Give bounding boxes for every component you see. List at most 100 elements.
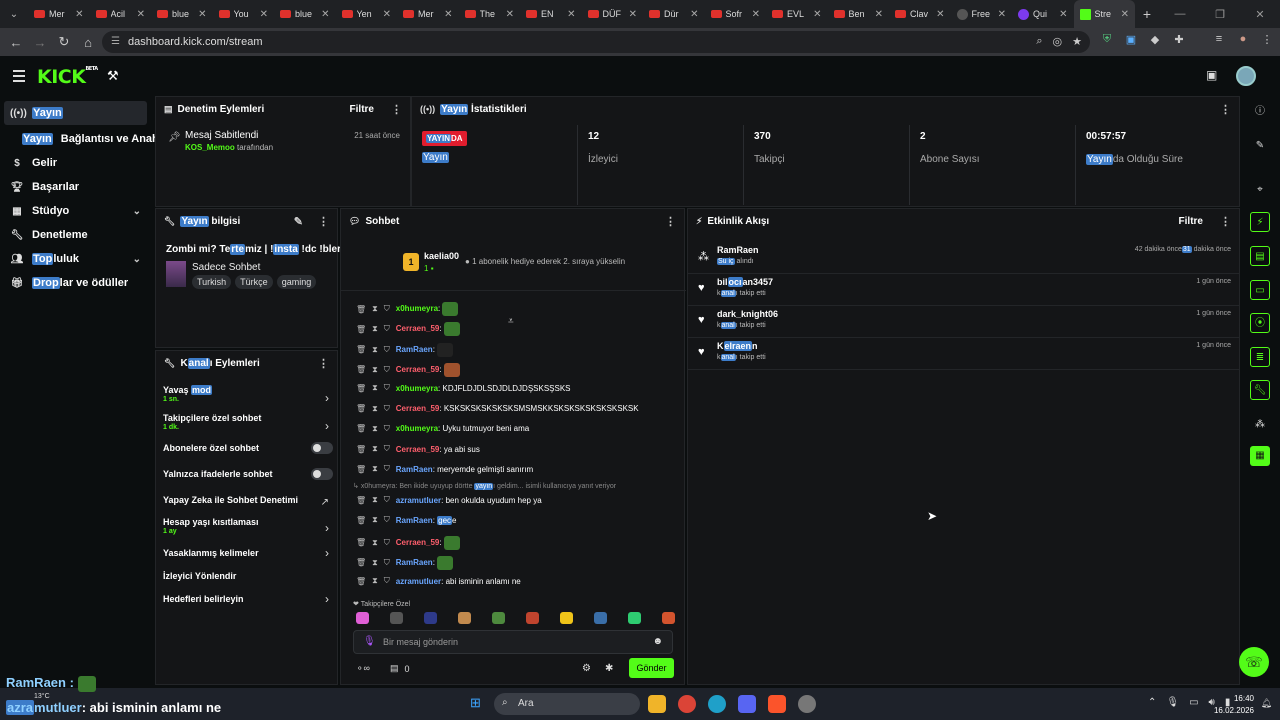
chat-message[interactable]: 🗑︎ ⧗ ⛉ RamRaen: [356, 342, 454, 357]
banned-words-row[interactable]: Yasaklanmış kelimeler › [163, 546, 333, 560]
media-control-icon[interactable]: ≡ [1212, 33, 1226, 46]
ban-shield-icon[interactable]: ⛉ [384, 576, 390, 586]
browser-tab[interactable]: blue ✕ [274, 0, 336, 28]
minimize-icon[interactable]: — [1160, 8, 1200, 20]
notification-bell-icon[interactable]: 🔔︎ [1261, 698, 1272, 709]
close-tab-icon[interactable]: ✕ [137, 9, 145, 20]
back-icon[interactable]: ← [4, 35, 28, 50]
timeout-icon[interactable]: ⧗ [372, 324, 378, 334]
ai-moderation-row[interactable]: Yapay Zeka ile Sohbet Denetimi ↗ [163, 495, 333, 508]
browser-tab[interactable]: Free ✕ [951, 0, 1013, 28]
chevron-up-icon[interactable]: ⌃ [1148, 697, 1156, 708]
chat-username[interactable]: x0humeyra [396, 424, 438, 433]
activity-item[interactable]: ♥ bilocıan3457 kanalı takip etti 1 gün ö… [688, 274, 1241, 306]
brave-icon[interactable] [768, 695, 786, 713]
ban-shield-icon[interactable]: ⛉ [384, 424, 390, 434]
activity-item[interactable]: ⁂ RamRaen Su iç alındı 42 dakika önce31 … [688, 242, 1241, 274]
more-options-icon[interactable]: ⋮ [1220, 103, 1231, 116]
sidebar-item-drops[interactable]: 🎁︎ Droplar ve ödüller [0, 271, 155, 295]
close-tab-icon[interactable]: ✕ [567, 9, 575, 20]
add-widget-icon[interactable]: ▦ [1250, 446, 1270, 466]
display-icon[interactable]: ▭ [1189, 697, 1198, 708]
close-tab-icon[interactable]: ✕ [690, 9, 698, 20]
gift-user[interactable]: kaelia00 [424, 251, 459, 261]
chat-message[interactable]: 🗑︎ ⧗ ⛉ Cerraen_59: [356, 322, 460, 337]
chat-message[interactable]: 🗑︎ ⧗ ⛉ RamRaen: meryemde gelmişti sanırım [356, 464, 533, 474]
chat-message[interactable]: 🗑︎ ⧗ ⛉ x0humeyra: KDJFLDJDLSDJDLDJDŞSKSŞSKS [356, 383, 571, 393]
info-icon[interactable]: ⓘ [1250, 102, 1270, 122]
delete-message-icon[interactable]: 🗑︎ [356, 345, 366, 354]
chat-emote[interactable] [443, 322, 460, 337]
emote-frog[interactable] [492, 612, 505, 624]
extension-badge-icon[interactable]: ▣ [1124, 33, 1138, 46]
delete-message-icon[interactable]: 🗑︎ [356, 404, 366, 413]
home-icon[interactable]: ⌂ [76, 35, 100, 50]
ban-shield-icon[interactable]: ⛉ [384, 538, 390, 548]
more-options-icon[interactable]: ⋮ [391, 103, 402, 116]
close-tab-icon[interactable]: ✕ [936, 9, 944, 20]
tag-chip[interactable]: Turkish [192, 275, 232, 289]
forward-icon[interactable]: → [28, 35, 52, 50]
broadcast-overlay-icon[interactable]: ▣ [1206, 68, 1217, 82]
hammer-icon[interactable]: ⚒ [107, 68, 119, 84]
emote-orange[interactable] [662, 612, 675, 624]
profile-avatar-icon[interactable]: ● [1236, 33, 1250, 46]
chat-emote[interactable] [443, 535, 460, 550]
timeout-icon[interactable]: ⧗ [372, 538, 378, 548]
delete-message-icon[interactable]: 🗑︎ [356, 496, 366, 505]
chat-username[interactable]: Cerraen_59 [396, 538, 440, 547]
wrench-icon[interactable]: 🔧︎ [1250, 380, 1270, 400]
browser-tab[interactable]: Qui ✕ [1012, 0, 1074, 28]
activity-item[interactable]: ♥ dark_knight06 kanalı takip etti 1 gün … [688, 306, 1241, 338]
ban-shield-icon[interactable]: ⛉ [384, 444, 390, 454]
followers-only-row[interactable]: Takipçilere özel sohbet 1 dk. › [163, 413, 333, 433]
account-age-row[interactable]: Hesap yaşı kısıtlaması 1 ay › [163, 517, 333, 535]
app-icon[interactable] [798, 695, 816, 713]
stack-icon[interactable]: ≣ [1250, 347, 1270, 367]
ban-shield-icon[interactable]: ⛉ [384, 464, 390, 474]
sidebar-item-stream[interactable]: ((•)) Yayın [4, 101, 147, 125]
user-avatar[interactable] [1236, 66, 1256, 86]
timeout-icon[interactable]: ⧗ [372, 365, 378, 375]
shield-icon[interactable]: ⛨ [1100, 33, 1114, 46]
close-tab-icon[interactable]: ✕ [321, 9, 329, 20]
eye-off-icon[interactable]: ◎ [1053, 35, 1063, 48]
edit-pencil-icon[interactable]: ✎ [294, 215, 303, 228]
ban-shield-icon[interactable]: ⛉ [384, 304, 390, 314]
chat-message[interactable]: 🗑︎ ⧗ ⛉ Cerraen_59: KSKSKSKSKSKSKSMSMSKKSKSK… [356, 404, 639, 414]
puzzle-icon[interactable]: ✚ [1172, 33, 1186, 46]
help-headset-icon[interactable]: ☏ [1239, 647, 1269, 677]
reload-icon[interactable]: ↻ [52, 34, 76, 50]
weather-temp[interactable]: 13°C [34, 693, 50, 700]
sidebar-item-revenue[interactable]: $ Gelir [0, 151, 155, 175]
more-options-icon[interactable]: ⋮ [318, 215, 329, 228]
maximize-icon[interactable]: ❐ [1200, 8, 1240, 21]
close-tab-icon[interactable]: ✕ [998, 9, 1006, 20]
timeout-icon[interactable]: ⧗ [372, 345, 378, 355]
activity-user[interactable]: bilocıan3457 [717, 277, 773, 287]
delete-message-icon[interactable]: 🗑︎ [356, 558, 366, 567]
delete-message-icon[interactable]: 🗑︎ [356, 445, 366, 454]
delete-message-icon[interactable]: 🗑︎ [356, 424, 366, 433]
chat-username[interactable]: Cerraen_59 [396, 365, 440, 374]
delete-message-icon[interactable]: 🗑︎ [356, 365, 366, 374]
timeout-icon[interactable]: ⧗ [372, 576, 378, 586]
chat-username[interactable]: Cerraen_59 [396, 404, 440, 413]
delete-message-icon[interactable]: 🗑︎ [356, 465, 366, 474]
chat-emote[interactable] [437, 555, 454, 570]
delete-message-icon[interactable]: 🗑︎ [356, 384, 366, 393]
browser-tab[interactable]: EVL ✕ [766, 0, 828, 28]
emoji-icon[interactable]: ☻ [652, 636, 663, 647]
close-tab-icon[interactable]: ✕ [506, 9, 514, 20]
chat-message[interactable]: 🗑︎ ⧗ ⛉ Cerraen_59: ya abi sus [356, 444, 480, 454]
sidebar-item-studio[interactable]: ▦ Stüdyo ⌄ [0, 199, 155, 223]
emote-pink[interactable] [356, 612, 369, 624]
browser-tab[interactable]: Mer ✕ [28, 0, 90, 28]
bookmark-star-icon[interactable]: ★ [1072, 35, 1082, 48]
site-info-icon[interactable]: ☰ [111, 36, 122, 47]
lightning-icon[interactable]: ⚡︎ [1250, 212, 1270, 232]
edge-icon[interactable] [708, 695, 726, 713]
chat-emote[interactable] [443, 362, 460, 377]
chat-message[interactable]: 🗑︎ ⧗ ⛉ Cerraen_59: [356, 362, 460, 377]
close-tab-icon[interactable]: ✕ [813, 9, 821, 20]
